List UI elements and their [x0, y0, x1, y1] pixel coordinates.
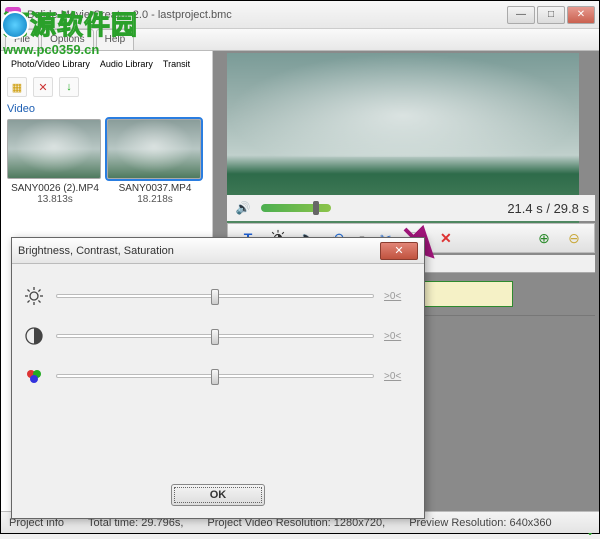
- saturation-reset[interactable]: >0<: [384, 371, 414, 382]
- thumb-duration: 18.218s: [107, 194, 203, 205]
- volume-slider[interactable]: [261, 204, 331, 212]
- minimize-button[interactable]: —: [507, 6, 535, 24]
- tab-file[interactable]: File: [5, 29, 39, 50]
- thumb-name: SANY0026 (2).MP4: [7, 183, 103, 194]
- window-title: Bolide Movie Creator 2.0 - lastproject.b…: [27, 9, 507, 21]
- delete-button[interactable]: ✕: [436, 228, 456, 248]
- thumb-duration: 13.813s: [7, 194, 103, 205]
- brightness-icon: [22, 284, 46, 308]
- dialog-titlebar[interactable]: Brightness, Contrast, Saturation ✕: [12, 238, 424, 264]
- contrast-reset[interactable]: >0<: [384, 331, 414, 342]
- slider-thumb[interactable]: [211, 369, 219, 385]
- dialog-close-button[interactable]: ✕: [380, 242, 418, 260]
- brightness-dialog: Brightness, Contrast, Saturation ✕ >0< >…: [11, 237, 425, 519]
- contrast-slider[interactable]: [56, 334, 374, 338]
- slider-thumb[interactable]: [211, 289, 219, 305]
- slider-thumb[interactable]: [211, 329, 219, 345]
- library-tab-audio[interactable]: Audio Library: [96, 57, 157, 71]
- zoom-in-button[interactable]: ⊕: [534, 228, 554, 248]
- tab-options[interactable]: Options: [41, 29, 93, 50]
- playback-controls: 🔊 21.4 s / 29.8 s: [227, 195, 595, 221]
- add-to-timeline-button[interactable]: ↓: [59, 77, 79, 97]
- brightness-slider[interactable]: [56, 294, 374, 298]
- thumb-image: [107, 119, 201, 179]
- remove-media-button[interactable]: ✕: [33, 77, 53, 97]
- menubar: File Options Help: [1, 29, 599, 51]
- library-tab-transitions[interactable]: Transit: [159, 57, 194, 71]
- brightness-reset[interactable]: >0<: [384, 291, 414, 302]
- close-button[interactable]: ✕: [567, 6, 595, 24]
- maximize-button[interactable]: □: [537, 6, 565, 24]
- window-titlebar: m Bolide Movie Creator 2.0 - lastproject…: [1, 1, 599, 29]
- media-thumb[interactable]: SANY0026 (2).MP4 13.813s ✔: [7, 119, 103, 205]
- saturation-icon: [22, 364, 46, 388]
- ok-button[interactable]: OK: [171, 484, 265, 506]
- zoom-out-button[interactable]: ⊖: [564, 228, 584, 248]
- library-section-label: Video: [7, 103, 206, 115]
- add-media-button[interactable]: ▦: [7, 77, 27, 97]
- thumb-name: SANY0037.MP4: [107, 183, 203, 194]
- tab-help[interactable]: Help: [96, 29, 135, 50]
- dialog-title: Brightness, Contrast, Saturation: [18, 245, 174, 257]
- saturation-slider[interactable]: [56, 374, 374, 378]
- app-icon: m: [5, 7, 21, 23]
- thumb-image: [7, 119, 101, 179]
- contrast-icon: [22, 324, 46, 348]
- library-tab-photovideo[interactable]: Photo/Video Library: [7, 57, 94, 71]
- time-display: 21.4 s / 29.8 s: [507, 201, 589, 216]
- volume-icon[interactable]: 🔊: [233, 198, 253, 218]
- status-preview-res: Preview Resolution: 640x360: [409, 517, 551, 529]
- media-thumb[interactable]: SANY0037.MP4 18.218s ✔: [107, 119, 203, 205]
